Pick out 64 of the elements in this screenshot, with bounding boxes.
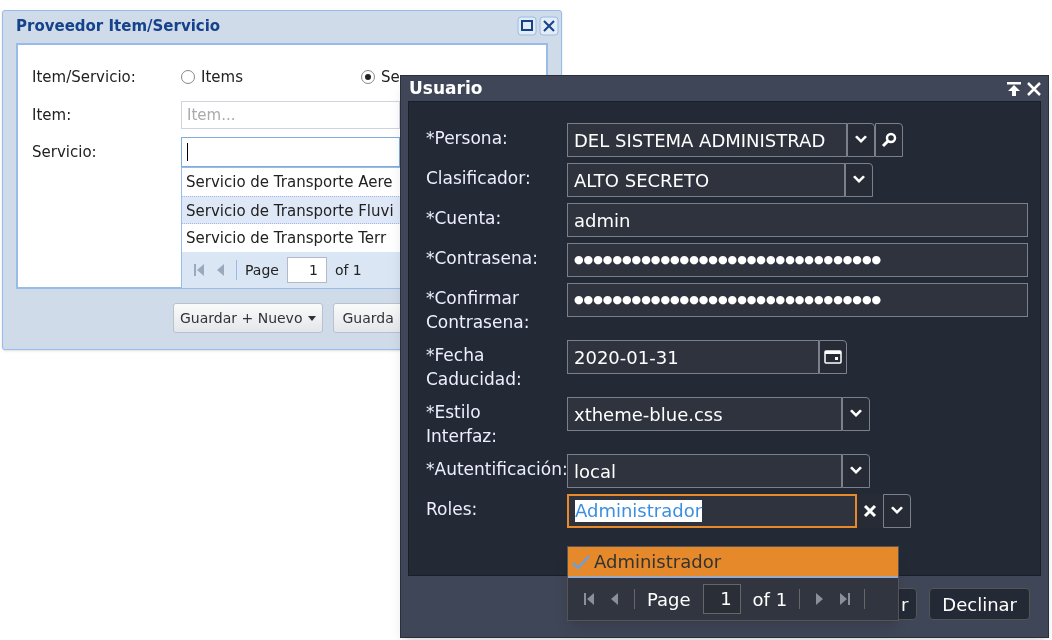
dropdown-button[interactable] xyxy=(847,123,875,157)
field-label: *Estilo Interfaz: xyxy=(426,401,498,448)
search-icon xyxy=(881,132,897,148)
dropdown-button[interactable] xyxy=(842,454,870,488)
page-input[interactable]: 1 xyxy=(702,584,741,614)
field-label: *Fecha Caducidad: xyxy=(426,344,523,391)
radio-option[interactable]: Se xyxy=(361,65,400,89)
page-count: of 1 xyxy=(334,260,362,280)
radio-button[interactable] xyxy=(361,70,375,84)
field-label: *Contrasena: xyxy=(426,247,539,270)
servicio-field[interactable] xyxy=(181,137,400,167)
field-label: Item: xyxy=(32,104,73,126)
first-page-icon[interactable] xyxy=(582,592,596,606)
field-label: *Confirmar Contrasena: xyxy=(426,287,531,334)
combo-field[interactable]: xtheme-blue.css xyxy=(567,397,842,431)
field-label: Servicio: xyxy=(32,141,98,163)
field-label: Clasificador: xyxy=(426,167,532,190)
field-label: *Persona: xyxy=(426,127,509,150)
field-label: *Autentificación: xyxy=(426,458,567,481)
save-button[interactable]: Guarda xyxy=(333,303,402,333)
calendar-icon xyxy=(824,350,842,364)
page-label: Page xyxy=(647,587,691,612)
caret-icon[interactable] xyxy=(308,315,317,321)
check-icon xyxy=(572,553,590,570)
search-button[interactable] xyxy=(875,123,903,157)
combo-field[interactable]: ALTO SECRETO xyxy=(567,163,845,197)
chevron-down-icon xyxy=(852,175,866,185)
calendar-button[interactable] xyxy=(819,340,847,374)
page-count: of 1 xyxy=(752,587,788,612)
maximize-icon[interactable] xyxy=(517,16,537,36)
combo-field[interactable]: DEL SISTEMA ADMINISTRAD xyxy=(567,123,847,157)
chevron-down-icon xyxy=(854,135,868,145)
dropdown-option[interactable]: Servicio de Transporte Fluvi xyxy=(182,196,401,224)
pin-icon[interactable] xyxy=(1006,80,1022,97)
field-label: Item/Servicio: xyxy=(32,66,137,88)
field-label: *Cuenta: xyxy=(426,207,503,230)
text-field[interactable]: admin xyxy=(567,203,1028,237)
last-page-icon[interactable] xyxy=(838,592,853,606)
dropdown-button[interactable] xyxy=(845,163,873,197)
close-icon xyxy=(863,504,877,518)
dropdown-option[interactable]: Administrador xyxy=(568,547,898,578)
text-field[interactable]: ●●●●●●●●●●●●●●●●●●●●●●●●●●●●●●●● xyxy=(567,283,1028,317)
chevron-down-icon xyxy=(890,506,904,516)
dialog-button[interactable]: Declinar xyxy=(929,588,1030,620)
page-label: Page xyxy=(245,260,279,280)
window-title: Usuario xyxy=(409,76,484,100)
close-icon[interactable] xyxy=(539,16,559,36)
dropdown-option[interactable]: Servicio de Transporte Terr xyxy=(182,224,401,252)
window-title: Proveedor Item/Servicio xyxy=(16,15,222,37)
radio-option[interactable]: Items xyxy=(181,65,361,89)
dropdown-button[interactable] xyxy=(883,494,911,528)
chevron-down-icon xyxy=(849,409,863,419)
text-cursor xyxy=(187,143,188,161)
combo-field[interactable]: local xyxy=(567,454,842,488)
page-input[interactable]: 1 xyxy=(286,257,327,283)
radio-button[interactable] xyxy=(181,70,195,84)
dropdown-option[interactable]: Servicio de Transporte Aere xyxy=(182,168,401,196)
date-field[interactable]: 2020-01-31 xyxy=(567,340,819,374)
text-field[interactable]: ●●●●●●●●●●●●●●●●●●●●●●●●●●●●●●●● xyxy=(567,243,1028,277)
selected-text: Administrador xyxy=(575,500,703,522)
chevron-down-icon xyxy=(849,466,863,476)
save-button[interactable]: Guardar + Nuevo xyxy=(173,303,324,333)
dropdown-button[interactable] xyxy=(842,397,870,431)
field-label: Roles: xyxy=(426,498,479,521)
